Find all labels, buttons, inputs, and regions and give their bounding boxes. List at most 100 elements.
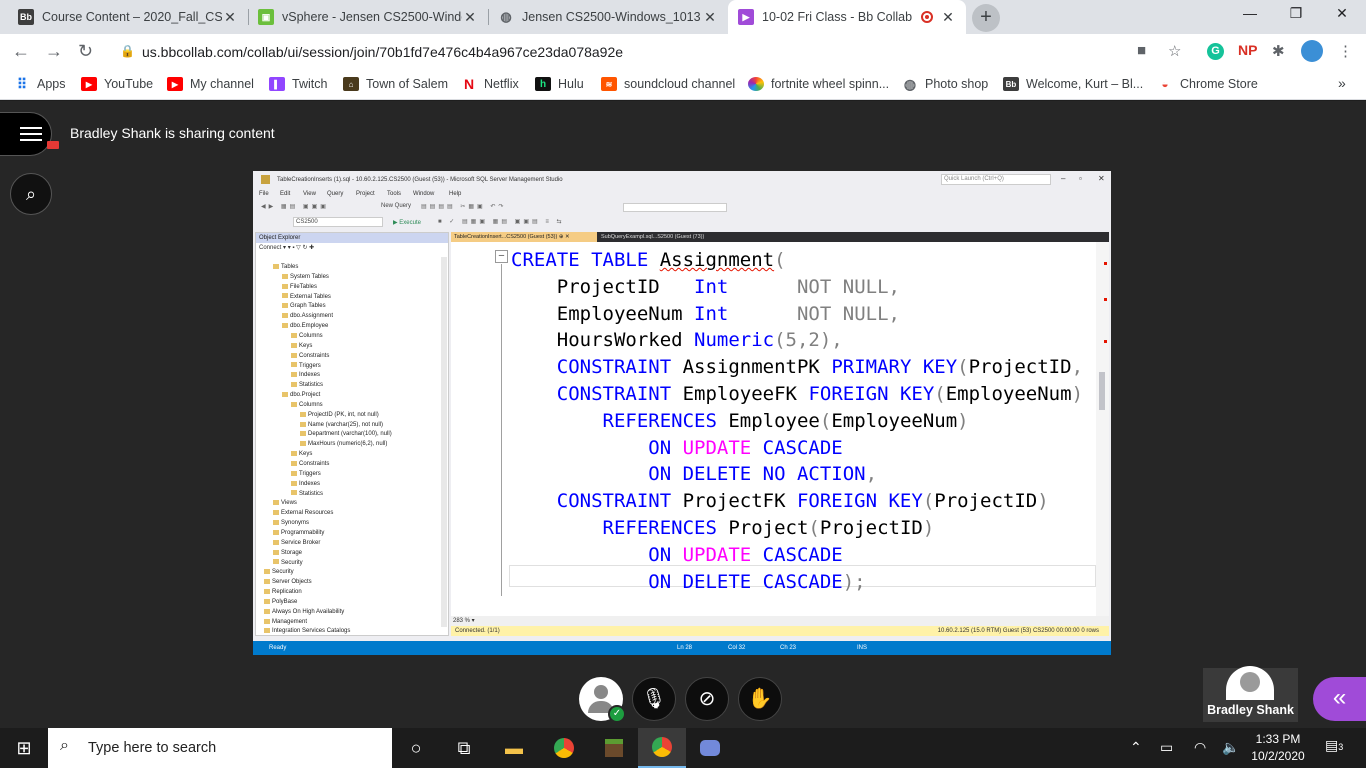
zoom-level[interactable]: 283 % <box>453 618 470 624</box>
close-icon[interactable]: ✕ <box>940 9 956 26</box>
sql-editor[interactable]: − CREATE TABLE Assignment( ProjectID Int… <box>451 242 1109 616</box>
tree-node[interactable]: Security <box>264 568 294 576</box>
tree-node[interactable]: Storage <box>273 549 302 557</box>
mute-mic-button[interactable]: 🎙 <box>632 677 676 721</box>
new-tab-button[interactable]: + <box>972 4 1000 32</box>
tree-node[interactable]: Security <box>273 559 303 567</box>
oe-scrollbar[interactable] <box>441 257 447 627</box>
tree-node[interactable]: Service Broker <box>273 539 320 547</box>
editor-vscrollbar[interactable] <box>1096 242 1109 616</box>
tree-node[interactable]: Programmability <box>273 529 324 537</box>
notifications-icon[interactable]: ▤3 <box>1325 737 1343 754</box>
tree-node[interactable]: Keys <box>291 342 312 350</box>
tree-node[interactable]: dbo.Employee <box>282 322 328 330</box>
menu-project[interactable]: Project <box>356 191 375 197</box>
ssms-maximize-icon[interactable]: ▫ <box>1079 174 1082 183</box>
close-icon[interactable]: ✕ <box>222 9 238 26</box>
tree-node[interactable]: ProjectID (PK, int, not null) <box>300 411 379 419</box>
browser-tab[interactable]: ▣ vSphere - Jensen CS2500-Windo ✕ <box>248 0 488 34</box>
toolbar-icons[interactable]: ■ ✓ ▤▦▣ ▦▤ ▣▣▤ ≡ ⇆ <box>438 218 565 225</box>
tree-node[interactable]: Columns <box>291 332 323 340</box>
menu-file[interactable]: File <box>259 191 269 197</box>
chrome-icon[interactable] <box>540 728 588 768</box>
bookmark-my-channel[interactable]: ▶ My channel <box>167 77 254 91</box>
session-menu-button[interactable] <box>0 112 59 156</box>
forward-icon[interactable]: → <box>45 41 63 62</box>
open-panel-button[interactable]: « <box>1313 677 1366 721</box>
camera-off-button[interactable]: ⊘ <box>685 677 729 721</box>
tree-node[interactable]: PolyBase <box>264 598 297 606</box>
bookmarks-overflow-icon[interactable]: » <box>1338 75 1346 91</box>
tree-node[interactable]: dbo.Project <box>282 391 320 399</box>
browser-tab[interactable]: Bb Course Content – 2020_Fall_CS25 ✕ <box>8 0 248 34</box>
database-select[interactable]: CS2500 <box>293 217 383 227</box>
bookmark-hulu[interactable]: h Hulu <box>535 77 584 91</box>
raise-hand-button[interactable]: ✋ <box>738 677 782 721</box>
menu-tools[interactable]: Tools <box>387 191 401 197</box>
tree-node[interactable]: Graph Tables <box>282 302 326 310</box>
file-explorer-icon[interactable]: ▬ <box>490 728 538 768</box>
tree-node[interactable]: Constraints <box>291 352 329 360</box>
cortana-icon[interactable]: ○ <box>392 728 440 768</box>
collab-panel-button[interactable]: ⌕ <box>10 173 52 215</box>
np-extension-icon[interactable]: NP <box>1238 42 1257 58</box>
tree-node[interactable]: Synonyms <box>273 519 309 527</box>
tree-node[interactable]: Triggers <box>291 470 321 478</box>
grammarly-icon[interactable]: G <box>1207 43 1224 60</box>
tree-node[interactable]: External Tables <box>282 293 331 301</box>
scroll-thumb[interactable] <box>1099 372 1105 410</box>
ssms-minimize-icon[interactable]: – <box>1061 174 1065 183</box>
bookmark-apps[interactable]: ⠿ Apps <box>14 76 66 92</box>
bookmark-welcome-kurt[interactable]: Bb Welcome, Kurt – Bl... <box>1003 77 1143 91</box>
tree-node[interactable]: Name (varchar(25), not null) <box>300 421 383 429</box>
tab-table-creation[interactable]: TableCreationInsert...CS2500 (Guest (53)… <box>451 232 597 242</box>
tray-chevron-up-icon[interactable]: ⌃ <box>1130 739 1142 756</box>
task-view-icon[interactable]: ⧉ <box>440 728 488 768</box>
battery-icon[interactable]: ▭ <box>1160 739 1173 756</box>
close-window-icon[interactable]: ✕ <box>1319 5 1365 22</box>
tree-node[interactable]: dbo.Assignment <box>282 312 333 320</box>
toolbar-icons[interactable]: ◀▶ ▦▤ ▣▣▣ <box>261 203 329 210</box>
close-icon[interactable]: ✕ <box>462 9 478 26</box>
bookmark-photo-shop[interactable]: ◍ Photo shop <box>902 76 988 92</box>
camera-icon[interactable]: ■ <box>1137 42 1146 59</box>
chrome-active-icon[interactable] <box>638 728 686 768</box>
back-icon[interactable]: ← <box>12 41 30 62</box>
bookmark-star-icon[interactable]: ☆ <box>1168 42 1181 60</box>
taskbar-clock[interactable]: 1:33 PM 10/2/2020 <box>1248 731 1308 765</box>
menu-dots-icon[interactable]: ⋮ <box>1338 42 1353 60</box>
tree-node[interactable]: MaxHours (numeric(6,2), null) <box>300 440 387 448</box>
bookmark-youtube[interactable]: ▶ YouTube <box>81 77 153 91</box>
bookmark-soundcloud[interactable]: ≋ soundcloud channel <box>601 77 735 91</box>
tree-node[interactable]: Keys <box>291 450 312 458</box>
quick-launch-input[interactable]: Quick Launch (Ctrl+Q) <box>941 174 1051 185</box>
tree-node[interactable]: Department (varchar(100), null) <box>300 430 392 438</box>
menu-window[interactable]: Window <box>413 191 434 197</box>
tree-node[interactable]: Replication <box>264 588 302 596</box>
tree-node[interactable]: External Resources <box>273 509 333 517</box>
tree-node[interactable]: Always On High Availability <box>264 608 344 616</box>
tree-node[interactable]: Tables <box>273 263 298 271</box>
bookmark-netflix[interactable]: N Netflix <box>461 76 519 92</box>
tree-node[interactable]: Triggers <box>291 362 321 370</box>
tab-subquery-example[interactable]: SubQueryExampl.sql...S2500 (Guest (73)) <box>598 232 707 242</box>
toolbar-icons[interactable]: ▤▤▤▤ ✂▦▣ ↶↷ <box>421 203 506 210</box>
tree-node[interactable]: Statistics <box>291 490 323 498</box>
bookmark-twitch[interactable]: ▌ Twitch <box>269 77 327 91</box>
tree-node[interactable]: Management <box>264 618 307 626</box>
menu-edit[interactable]: Edit <box>280 191 290 197</box>
taskbar-search[interactable]: ⌕ Type here to search <box>48 728 392 768</box>
menu-help[interactable]: Help <box>449 191 461 197</box>
tree-node[interactable]: FileTables <box>282 283 317 291</box>
discord-icon[interactable] <box>686 728 734 768</box>
tree-node[interactable]: Views <box>273 499 297 507</box>
restore-icon[interactable]: ❐ <box>1273 5 1319 22</box>
minimize-icon[interactable]: — <box>1227 5 1273 21</box>
minecraft-icon[interactable] <box>590 728 638 768</box>
address-bar[interactable]: 🔒 us.bbcollab.com/collab/ui/session/join… <box>108 39 1193 66</box>
connect-button[interactable]: Connect <box>259 245 281 251</box>
tree-node[interactable]: Indexes <box>291 371 320 379</box>
close-icon[interactable]: ✕ <box>702 9 718 26</box>
reload-icon[interactable]: ↻ <box>78 41 93 62</box>
my-status-button[interactable]: ✓ <box>579 677 626 723</box>
